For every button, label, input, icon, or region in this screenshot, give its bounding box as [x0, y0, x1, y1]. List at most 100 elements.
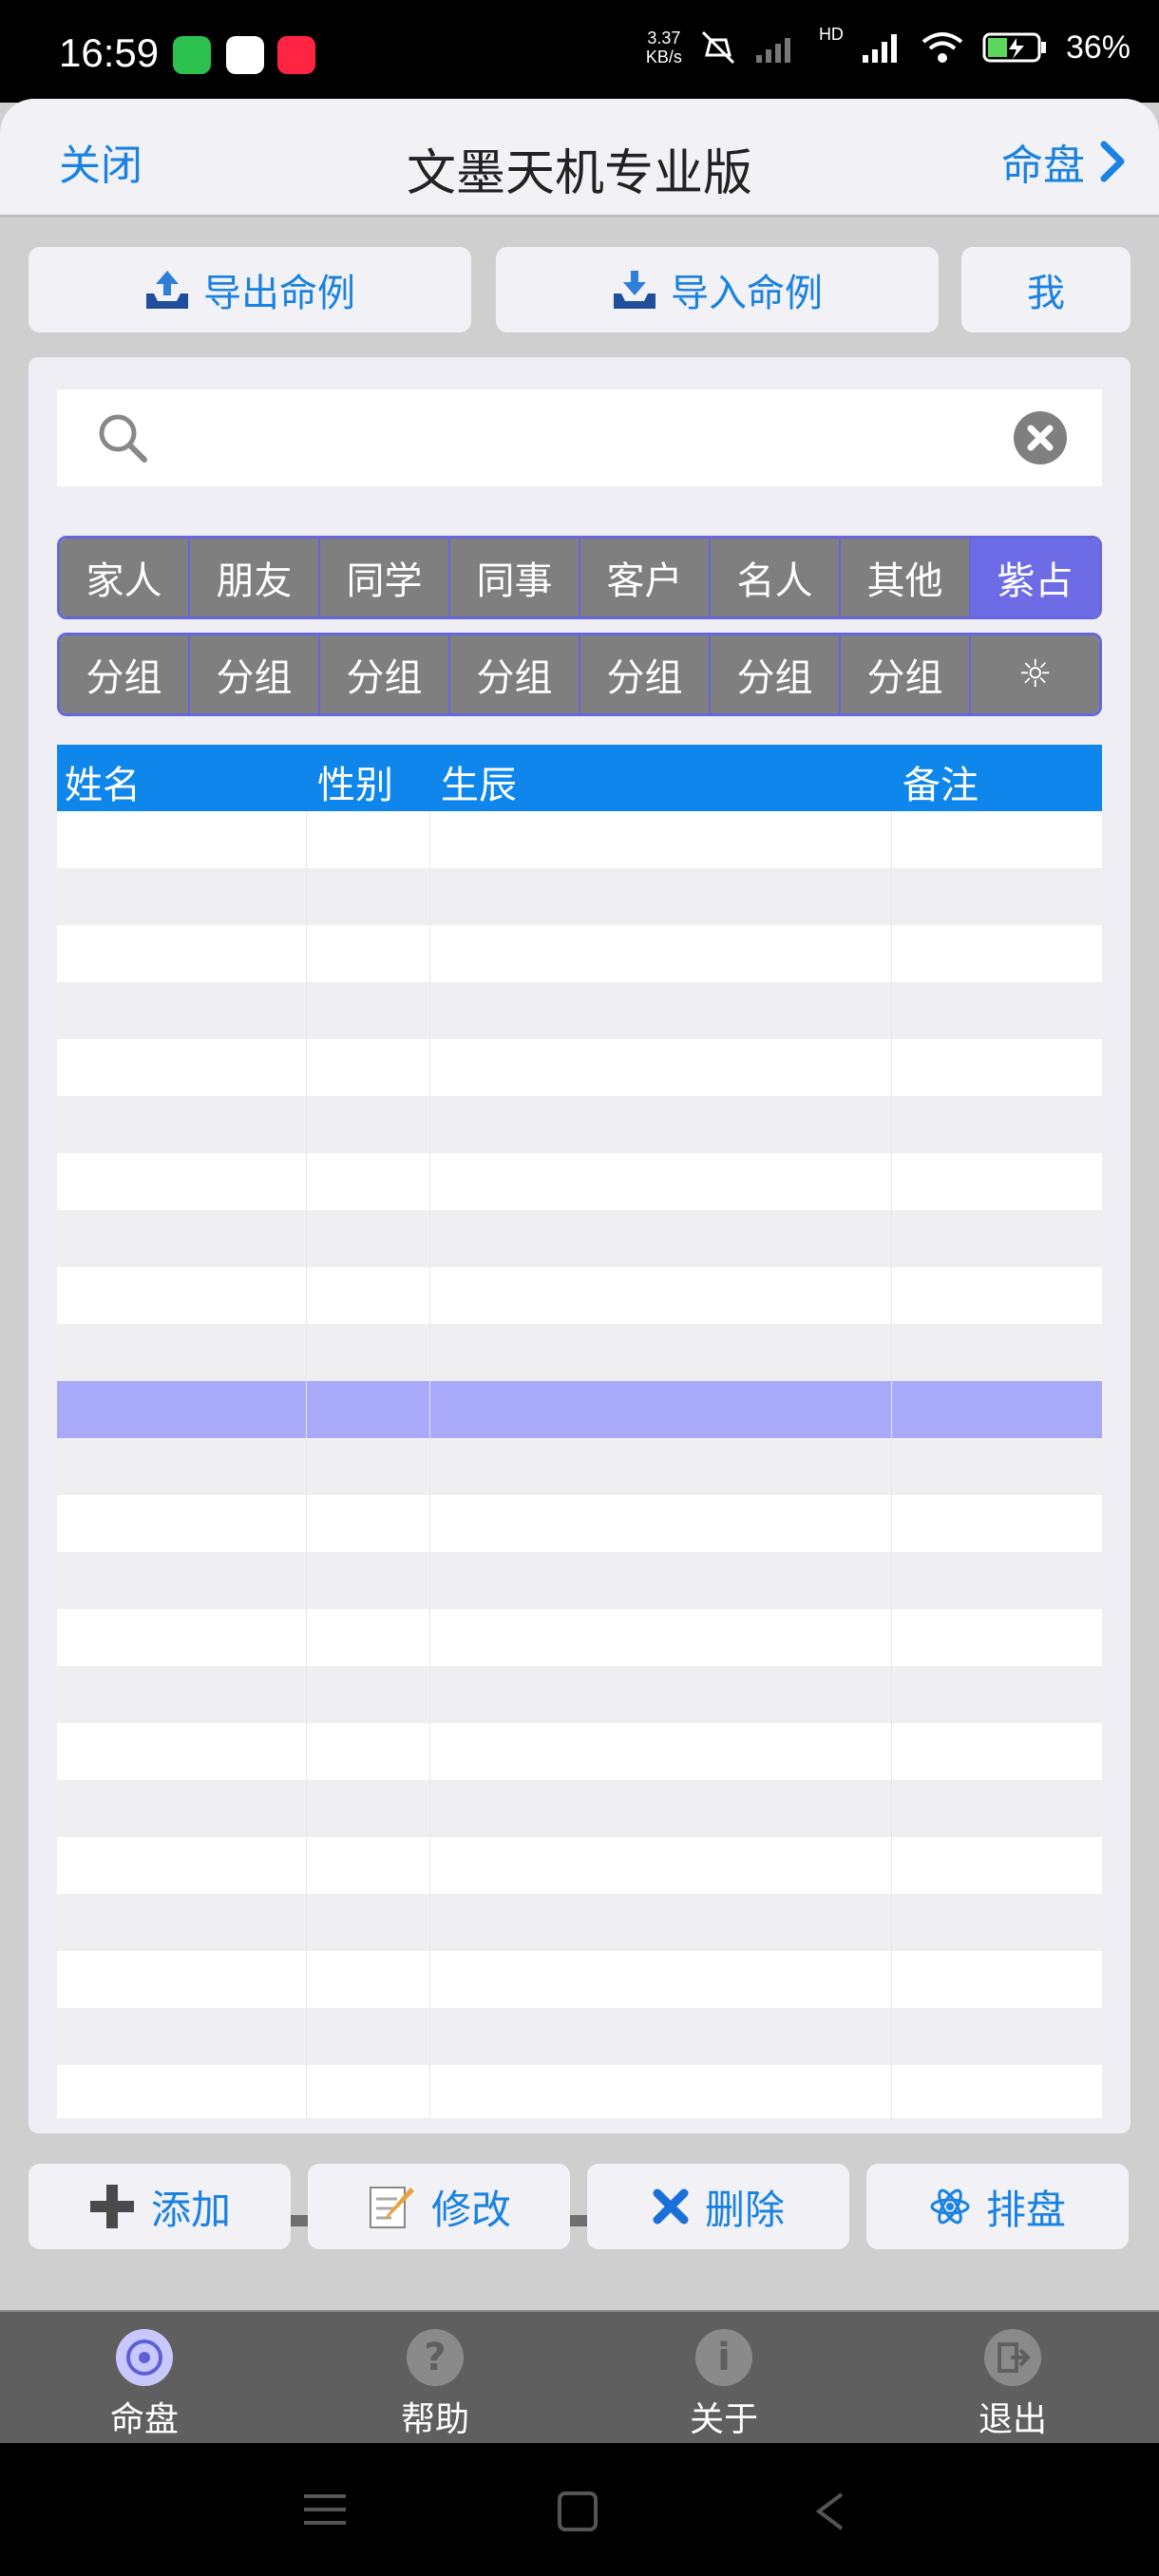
- search-bar[interactable]: [57, 389, 1102, 486]
- import-button[interactable]: 导入命例: [496, 247, 939, 332]
- home-icon[interactable]: [557, 2491, 598, 2532]
- chart-button[interactable]: 排盘: [866, 2164, 1129, 2249]
- plus-icon: [89, 2185, 134, 2228]
- group-settings-chip[interactable]: ☼: [971, 635, 1099, 713]
- atom-icon: [930, 2188, 970, 2225]
- table-row[interactable]: [57, 1381, 1102, 1438]
- column-divider: [306, 1153, 307, 1210]
- table-row[interactable]: [57, 1495, 1102, 1552]
- column-divider: [891, 1381, 892, 1438]
- category-chip-4[interactable]: 客户: [580, 539, 711, 616]
- table-row[interactable]: [57, 1267, 1102, 1324]
- header-name[interactable]: 姓名: [65, 754, 141, 809]
- group-chip-3[interactable]: 分组: [450, 635, 580, 713]
- table-row[interactable]: [57, 1153, 1102, 1210]
- table-row[interactable]: [57, 1552, 1102, 1609]
- column-divider: [891, 1780, 892, 1837]
- tab-about[interactable]: i 关于: [648, 2329, 800, 2441]
- table-row[interactable]: [57, 811, 1102, 868]
- category-chip-1[interactable]: 朋友: [190, 539, 320, 616]
- category-chips: 家人 朋友 同学 同事 客户 名人 其他 紫占: [57, 536, 1102, 619]
- wechat-icon: [173, 36, 211, 74]
- tab-chart[interactable]: 命盘: [68, 2329, 220, 2441]
- table-row[interactable]: [57, 1666, 1102, 1723]
- clear-icon[interactable]: [1013, 410, 1068, 465]
- column-divider: [306, 1381, 307, 1438]
- table-row[interactable]: [57, 1780, 1102, 1837]
- column-divider: [306, 1438, 307, 1495]
- export-button[interactable]: 导出命例: [28, 247, 471, 332]
- table-row[interactable]: [57, 1438, 1102, 1495]
- column-divider: [306, 1039, 307, 1096]
- header-birth[interactable]: 生辰: [441, 754, 517, 809]
- question-icon: ?: [407, 2329, 464, 2386]
- me-button[interactable]: 我: [961, 247, 1130, 332]
- table-header: 姓名 性别 生辰 备注: [57, 745, 1102, 811]
- tab-about-label: 关于: [689, 2400, 758, 2439]
- column-divider: [429, 1837, 430, 1894]
- target-icon: [116, 2329, 173, 2386]
- group-chip-0[interactable]: 分组: [60, 635, 190, 713]
- add-button[interactable]: 添加: [28, 2164, 291, 2249]
- table-row[interactable]: [57, 1951, 1102, 2008]
- category-chip-0[interactable]: 家人: [60, 539, 190, 616]
- table-row[interactable]: [57, 925, 1102, 982]
- download-tray-icon: [614, 271, 656, 309]
- status-time: 16:59: [59, 30, 160, 75]
- tab-help[interactable]: ? 帮助: [359, 2329, 511, 2441]
- table-row[interactable]: [57, 1609, 1102, 1666]
- category-chip-5[interactable]: 名人: [711, 539, 841, 616]
- table-row[interactable]: [57, 868, 1102, 925]
- header-note[interactable]: 备注: [902, 754, 978, 809]
- me-label: 我: [1027, 272, 1065, 315]
- memo-edit-icon: [369, 2187, 414, 2228]
- table-row[interactable]: [57, 1837, 1102, 1894]
- table-row[interactable]: [57, 2065, 1102, 2118]
- tab-exit[interactable]: 退出: [937, 2329, 1089, 2441]
- system-nav-bar: [0, 2443, 1159, 2576]
- header-gender[interactable]: 性别: [317, 754, 393, 809]
- hd-badge: HD: [818, 24, 844, 44]
- status-bar: 16:59 3.37 KB/s HD 36%: [0, 0, 1159, 103]
- back-icon[interactable]: [811, 2491, 849, 2532]
- column-divider: [429, 1438, 430, 1495]
- delete-button[interactable]: 删除: [587, 2164, 849, 2249]
- menu-icon[interactable]: [302, 2491, 348, 2529]
- table-row[interactable]: [57, 1210, 1102, 1267]
- table-row[interactable]: [57, 982, 1102, 1039]
- column-divider: [306, 2008, 307, 2065]
- table-row[interactable]: [57, 1096, 1102, 1153]
- column-divider: [306, 982, 307, 1039]
- table-row[interactable]: [57, 1723, 1102, 1780]
- group-chip-2[interactable]: 分组: [320, 635, 450, 713]
- column-divider: [429, 925, 430, 982]
- chevron-right-icon: [1100, 141, 1125, 182]
- column-divider: [891, 1438, 892, 1495]
- table-row[interactable]: [57, 2008, 1102, 2065]
- table-row[interactable]: [57, 1324, 1102, 1381]
- column-divider: [429, 1552, 430, 1609]
- column-divider: [429, 1780, 430, 1837]
- category-chip-7[interactable]: 紫占: [971, 539, 1099, 616]
- edit-button[interactable]: 修改: [308, 2164, 570, 2249]
- table-row[interactable]: [57, 1894, 1102, 1951]
- category-chip-2[interactable]: 同学: [320, 539, 450, 616]
- chart-nav-button[interactable]: 命盘: [1001, 131, 1127, 192]
- group-chip-5[interactable]: 分组: [711, 635, 841, 713]
- table-row[interactable]: [57, 1039, 1102, 1096]
- column-divider: [306, 1210, 307, 1267]
- edit-label: 修改: [430, 2186, 511, 2233]
- nav-bar: 关闭 文墨天机专业版 命盘: [0, 99, 1159, 218]
- network-speed: 3.37 KB/s: [645, 28, 682, 66]
- group-chip-6[interactable]: 分组: [841, 635, 971, 713]
- column-divider: [891, 2065, 892, 2118]
- column-divider: [306, 1324, 307, 1381]
- category-chip-6[interactable]: 其他: [841, 539, 971, 616]
- group-chip-4[interactable]: 分组: [580, 635, 711, 713]
- column-divider: [429, 811, 430, 868]
- delete-label: 删除: [704, 2186, 785, 2233]
- category-chip-3[interactable]: 同事: [450, 539, 580, 616]
- records-table[interactable]: 姓名 性别 生辰 备注: [57, 745, 1102, 2118]
- group-chip-1[interactable]: 分组: [190, 635, 320, 713]
- column-divider: [306, 1951, 307, 2008]
